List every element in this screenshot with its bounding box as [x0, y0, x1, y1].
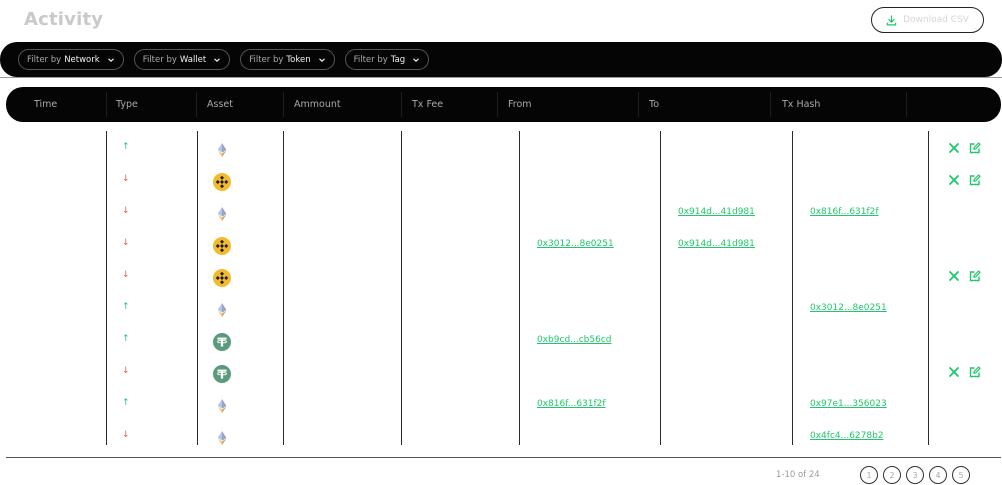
arrow-down-icon: ↓ [122, 206, 130, 216]
eth-icon [213, 301, 231, 319]
arrow-down-icon: ↓ [122, 430, 130, 440]
filter-network[interactable]: Filter by Network [18, 49, 124, 70]
chevron-down-icon [412, 56, 420, 64]
from-address-link[interactable]: 0x816f...631f2f [537, 399, 606, 409]
chevron-down-icon [213, 56, 221, 64]
arrow-up-icon: ↑ [122, 302, 130, 312]
column-header-tx-fee[interactable]: Tx Fee [404, 87, 443, 122]
download-csv-button[interactable]: Download CSV [871, 7, 984, 33]
filter-prefix: Filter by [142, 54, 177, 65]
eth-icon [213, 205, 231, 223]
page-button-4[interactable]: 4 [929, 466, 947, 484]
download-csv-label: Download CSV [903, 15, 969, 25]
column-divider [196, 92, 197, 117]
column-divider [283, 92, 284, 117]
chevron-down-icon [318, 56, 326, 64]
edit-icon[interactable] [968, 365, 982, 379]
arrow-down-icon: ↓ [122, 270, 130, 280]
filter-value: Tag [390, 54, 406, 65]
tether-icon [213, 365, 231, 383]
arrow-down-icon: ↓ [122, 238, 130, 248]
table-row: ↓ 0x3012...8e0251 0x914d...41d981 [0, 230, 1002, 262]
to-address-link[interactable]: 0x914d...41d981 [678, 239, 755, 249]
close-icon[interactable] [947, 173, 961, 187]
table-row: ↑ [0, 134, 1002, 166]
close-icon[interactable] [947, 141, 961, 155]
arrow-up-icon: ↑ [122, 334, 130, 344]
column-divider [106, 92, 107, 117]
column-divider [906, 92, 907, 117]
edit-icon[interactable] [968, 173, 982, 187]
page-button-5[interactable]: 5 [952, 466, 970, 484]
bnb-icon [213, 269, 231, 287]
filter-value: Wallet [179, 54, 207, 65]
column-header-time[interactable]: Time [26, 87, 57, 122]
tx-hash-link[interactable]: 0x3012...8e0251 [810, 303, 887, 313]
from-address-link[interactable]: 0xb9cd...cb56cd [537, 335, 612, 345]
edit-icon[interactable] [968, 269, 982, 283]
filter-value: Network [64, 54, 100, 65]
pagination-range: 1-10 of 24 [776, 470, 820, 480]
close-icon[interactable] [947, 269, 961, 283]
edit-icon[interactable] [968, 141, 982, 155]
table-row: ↓ 0x4fc4...6278b2 [0, 422, 1002, 454]
column-divider [638, 92, 639, 117]
filter-token[interactable]: Filter by Token [240, 49, 335, 70]
bnb-icon [213, 173, 231, 191]
table-header: Time Type Asset Ammount Tx Fee From To T… [6, 87, 1001, 122]
eth-icon [213, 429, 231, 447]
chevron-down-icon [107, 56, 115, 64]
table-row: ↓ [0, 358, 1002, 390]
table-row: ↑ 0x3012...8e0251 [0, 294, 1002, 326]
column-divider [497, 92, 498, 117]
page-title: Activity [24, 9, 104, 30]
column-divider [770, 92, 771, 117]
table-row: ↓ [0, 166, 1002, 198]
page-button-1[interactable]: 1 [860, 466, 878, 484]
table-row: ↓ [0, 262, 1002, 294]
filter-bar: Filter by Network Filter by Wallet Filte… [0, 42, 1002, 78]
tx-hash-link[interactable]: 0x816f...631f2f [810, 207, 879, 217]
download-icon [886, 14, 897, 26]
table-row: ↑ 0x816f...631f2f 0x97e1...356023 [0, 390, 1002, 422]
column-divider [401, 92, 402, 117]
table-footer-divider [6, 457, 1001, 458]
filter-prefix: Filter by [353, 54, 388, 65]
table-row: ↑ 0xb9cd...cb56cd [0, 326, 1002, 358]
bnb-icon [213, 237, 231, 255]
filter-value: Token [286, 54, 311, 65]
tx-hash-link[interactable]: 0x97e1...356023 [810, 399, 887, 409]
arrow-down-icon: ↓ [122, 174, 130, 184]
arrow-down-icon: ↓ [122, 366, 130, 376]
filter-wallet[interactable]: Filter by Wallet [133, 49, 231, 70]
column-header-from[interactable]: From [500, 87, 532, 122]
filter-prefix: Filter by [249, 54, 284, 65]
eth-icon [213, 397, 231, 415]
column-header-asset[interactable]: Asset [199, 87, 233, 122]
close-icon[interactable] [947, 365, 961, 379]
from-address-link[interactable]: 0x3012...8e0251 [537, 239, 614, 249]
pagination: 1 2 3 4 5 [860, 466, 970, 484]
page-button-3[interactable]: 3 [906, 466, 924, 484]
column-header-tx-hash[interactable]: Tx Hash [774, 87, 820, 122]
table-row: ↓ 0x914d...41d981 0x816f...631f2f [0, 198, 1002, 230]
page-button-2[interactable]: 2 [883, 466, 901, 484]
column-header-amount[interactable]: Ammount [286, 87, 341, 122]
filter-tag[interactable]: Filter by Tag [344, 49, 430, 70]
to-address-link[interactable]: 0x914d...41d981 [678, 207, 755, 217]
eth-icon [213, 141, 231, 159]
tether-icon [213, 333, 231, 351]
tx-hash-link[interactable]: 0x4fc4...6278b2 [810, 431, 884, 441]
arrow-up-icon: ↑ [122, 142, 130, 152]
column-header-to[interactable]: To [641, 87, 659, 122]
filter-prefix: Filter by [27, 54, 62, 65]
arrow-up-icon: ↑ [122, 398, 130, 408]
column-header-type[interactable]: Type [108, 87, 138, 122]
